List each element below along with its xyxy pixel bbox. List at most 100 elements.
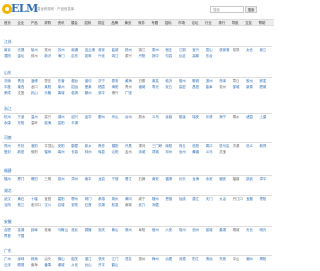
city-link[interactable]: 莱芜 (152, 79, 159, 83)
city-link[interactable]: 福清 (165, 177, 172, 181)
city-link[interactable]: 舞钢 (192, 150, 199, 154)
city-link[interactable]: 铜陵 (85, 228, 92, 232)
city-link[interactable]: 淮北 (71, 228, 78, 232)
city-link[interactable]: 湖州 (58, 115, 65, 119)
city-link[interactable]: 嘉兴 (44, 115, 51, 119)
city-link[interactable]: 鹤山 (112, 263, 119, 267)
city-link[interactable]: 武穴 (139, 203, 146, 207)
city-link[interactable]: 常熟 (233, 48, 240, 52)
city-link[interactable]: 马鞍山 (58, 228, 68, 232)
city-link[interactable]: 肇庆 (98, 257, 105, 261)
city-link[interactable]: 高邮 (192, 54, 199, 58)
city-link[interactable]: 孝感 (98, 197, 105, 201)
city-link[interactable]: 恩施 (165, 197, 172, 201)
city-link[interactable]: 湛江 (85, 257, 92, 261)
city-link[interactable]: 林州 (85, 150, 92, 154)
city-link[interactable]: 无锡 (17, 48, 24, 52)
city-link[interactable]: 濮阳 (112, 144, 119, 148)
city-link[interactable]: 余姚 (165, 115, 172, 119)
city-link[interactable]: 龙海 (192, 177, 199, 181)
city-link[interactable]: 菏泽 (219, 79, 226, 83)
city-link[interactable]: 扬中 (152, 54, 159, 58)
city-link[interactable]: 日照 (139, 79, 146, 83)
city-link[interactable]: 连云港 (85, 48, 95, 52)
city-link[interactable]: 慈溪 (179, 115, 186, 119)
city-link[interactable]: 茂名 (125, 257, 132, 261)
city-link[interactable]: 宜都 (246, 197, 253, 201)
city-link[interactable]: 焦作 (98, 144, 105, 148)
city-link[interactable]: 番禺 (44, 263, 51, 267)
city-link[interactable]: 赤壁 (152, 203, 159, 207)
city-link[interactable]: 江门 (112, 257, 119, 261)
city-link[interactable]: 天长 (246, 228, 253, 232)
city-link[interactable]: 莱州 (58, 85, 65, 89)
city-link[interactable]: 大冶 (219, 197, 226, 201)
city-link[interactable]: 漳州 (71, 177, 78, 181)
city-link[interactable]: 诸城 (139, 85, 146, 89)
city-link[interactable]: 济源 (233, 144, 240, 148)
city-link[interactable]: 亳州 (179, 228, 186, 232)
city-link[interactable]: 德州 (179, 79, 186, 83)
city-link[interactable]: 黄山 (112, 228, 119, 232)
city-link[interactable]: 丹阳 (139, 54, 146, 58)
city-link[interactable]: 邹城 (233, 85, 240, 89)
city-link[interactable]: 清远 (206, 257, 213, 261)
city-link[interactable]: 三门峡 (152, 144, 162, 148)
city-link[interactable]: 邵武 (246, 177, 253, 181)
nav-item[interactable]: 专题 (151, 21, 158, 26)
city-link[interactable]: 扬州 (125, 48, 132, 52)
city-link[interactable]: 济南 (4, 79, 11, 83)
city-link[interactable]: 新郑 (260, 144, 267, 148)
city-link[interactable]: 巢湖 (219, 228, 226, 232)
city-link[interactable]: 宁波 (17, 115, 24, 119)
city-link[interactable]: 郑州 (4, 144, 11, 148)
city-link[interactable]: 枝江 (17, 203, 24, 207)
city-link[interactable]: 辉县 (98, 150, 105, 154)
city-link[interactable]: 云浮 (4, 263, 11, 267)
city-link[interactable]: 周口 (206, 144, 213, 148)
city-link[interactable]: 荣成 (4, 91, 11, 95)
city-link[interactable]: 潍坊 (85, 79, 92, 83)
city-link[interactable]: 巩义 (246, 144, 253, 148)
city-link[interactable]: 淮安 (98, 48, 105, 52)
city-link[interactable]: 海阳 (112, 85, 119, 89)
city-link[interactable]: 松滋 (112, 203, 119, 207)
city-link[interactable]: 金坛 (17, 54, 24, 58)
city-link[interactable]: 开封 (17, 144, 24, 148)
nav-item[interactable]: 商务 (138, 21, 145, 26)
city-link[interactable]: 麻城 (125, 203, 132, 207)
city-link[interactable]: 安庆 (98, 228, 105, 232)
city-link[interactable]: 驻马店 (219, 144, 229, 148)
city-link[interactable]: 文登 (17, 91, 24, 95)
city-link[interactable]: 金华 (85, 115, 92, 119)
city-link[interactable]: 阜阳 (139, 228, 146, 232)
city-link[interactable]: 常州 (44, 48, 51, 52)
city-link[interactable]: 荆门 (85, 197, 92, 201)
city-link[interactable]: 瑞安 (192, 115, 199, 119)
city-link[interactable]: 宜兴 (192, 48, 199, 52)
city-link[interactable]: 即墨 (260, 79, 267, 83)
city-link[interactable]: 邹平 (98, 91, 105, 95)
city-link[interactable]: 台山 (85, 263, 92, 267)
city-link[interactable]: 永城 (139, 150, 146, 154)
city-link[interactable]: 义马 (206, 150, 213, 154)
city-link[interactable]: 章丘 (233, 79, 240, 83)
city-link[interactable]: 惠州 (139, 257, 146, 261)
nav-item[interactable]: 产品 (31, 21, 38, 26)
city-link[interactable]: 襄阳 (58, 197, 65, 201)
city-link[interactable]: 黄石 (17, 197, 24, 201)
city-link[interactable]: 灵宝 (219, 150, 226, 154)
city-link[interactable]: 淮南 (44, 228, 51, 232)
city-link[interactable]: 富阳 (58, 121, 65, 125)
city-link[interactable]: 平度 (4, 85, 11, 89)
city-link[interactable]: 龙岩 (98, 177, 105, 181)
site-logo[interactable]: ELM (2, 3, 38, 15)
city-link[interactable]: 莱西 (17, 85, 24, 89)
city-link[interactable]: 石狮 (139, 177, 146, 181)
city-link[interactable]: 漯河 (139, 144, 146, 148)
city-link[interactable]: 荆州 (112, 197, 119, 201)
city-link[interactable]: 东营 (58, 79, 65, 83)
city-link[interactable]: 荥阳 (31, 150, 38, 154)
city-link[interactable]: 临清 (71, 91, 78, 95)
city-link[interactable]: 如皋 (85, 54, 92, 58)
